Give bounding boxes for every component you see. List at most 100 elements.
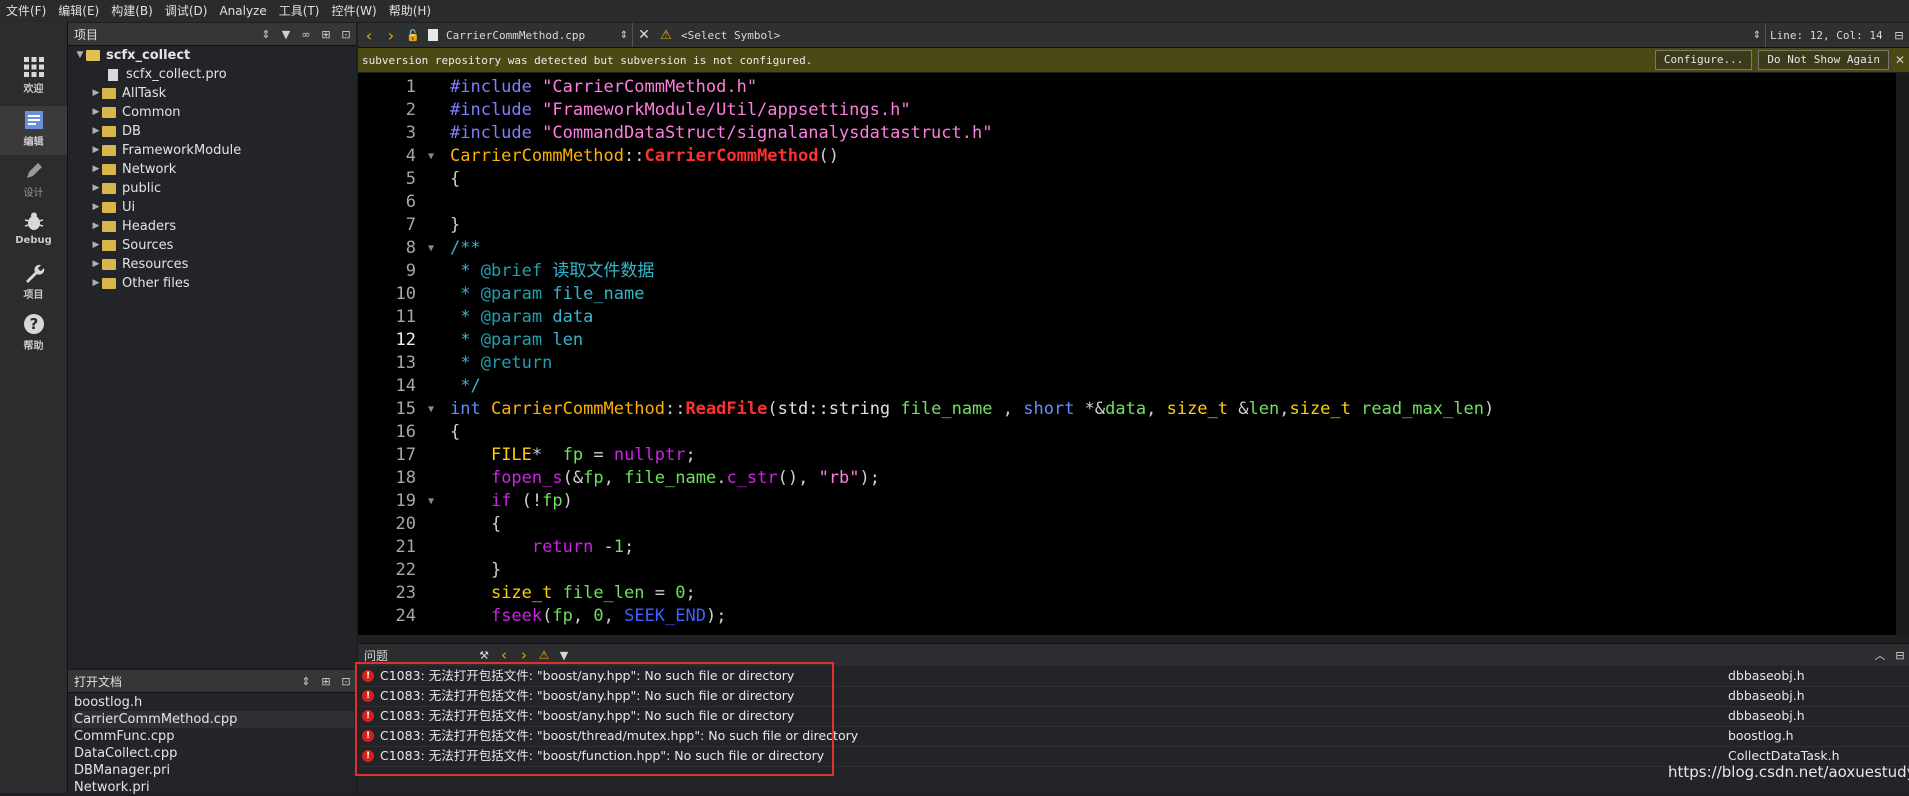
code-line[interactable]: size_t file_len = 0; (450, 582, 696, 605)
code-line[interactable]: * @param data (450, 306, 593, 329)
split-icon[interactable]: ⊞ (318, 673, 334, 689)
chevron-down-icon[interactable]: ▼ (74, 46, 86, 65)
split-icon[interactable]: ⊟ (1890, 23, 1908, 47)
tree-item[interactable]: ▶ public (90, 179, 162, 198)
chevron-right-icon[interactable]: ▶ (90, 122, 102, 141)
mode-edit[interactable]: 编辑 (0, 106, 67, 155)
symbol-selector[interactable]: <Select Symbol> (677, 23, 1749, 47)
menu-item[interactable]: 文件(F) (0, 0, 52, 22)
updown-icon[interactable]: ⇕ (1749, 23, 1765, 47)
menu-item[interactable]: 帮助(H) (383, 0, 437, 22)
editor-scrollbar[interactable] (1896, 73, 1909, 635)
code-line[interactable]: int CarrierCommMethod::ReadFile(std::str… (450, 398, 1494, 421)
configure-button[interactable]: Configure... (1654, 50, 1753, 70)
chevron-right-icon[interactable]: ▶ (90, 141, 102, 160)
fold-marker-icon[interactable]: ▼ (428, 237, 434, 260)
open-document-item[interactable]: CarrierCommMethod.cpp (72, 711, 354, 728)
code-line[interactable]: if (!fp) (450, 490, 573, 513)
code-line[interactable]: * @return (450, 352, 552, 375)
code-line[interactable]: return -1; (450, 536, 634, 559)
tree-item[interactable]: ▶ Resources (90, 255, 189, 274)
menu-item[interactable]: 工具(T) (273, 0, 326, 22)
open-document-item[interactable]: Network.pri (72, 779, 354, 796)
open-document-item[interactable]: DBManager.pri (72, 762, 354, 779)
chevron-right-icon[interactable]: ▶ (90, 179, 102, 198)
code-line[interactable]: #include "FrameworkModule/Util/appsettin… (450, 99, 911, 122)
tree-item[interactable]: ▶ Sources (90, 236, 174, 255)
menu-item[interactable]: Analyze (213, 0, 272, 22)
close-icon[interactable]: ✕ (1895, 53, 1909, 67)
menu-item[interactable]: 调试(D) (159, 0, 214, 22)
menu-item[interactable]: 构建(B) (105, 0, 159, 22)
open-document-item[interactable]: DataCollect.cpp (72, 745, 354, 762)
code-editor[interactable]: 1 2 3 4 ▼ 5 6 7 8 ▼ 9 10 11 12 13 14 15 ▼ 16 17 18 19 ▼ 20 21 22 2… (358, 73, 1909, 635)
open-document-item[interactable]: CommFunc.cpp (72, 728, 354, 745)
fold-marker-icon[interactable]: ▼ (428, 398, 434, 421)
chevron-right-icon[interactable]: ▶ (90, 84, 102, 103)
tree-item[interactable]: ▶ AllTask (90, 84, 167, 103)
tree-item[interactable]: ▶ Headers (90, 217, 177, 236)
tree-item-label: Network (122, 162, 177, 177)
code-line[interactable]: fseek(fp, 0, SEEK_END); (450, 605, 727, 628)
code-line[interactable]: * @param file_name (450, 283, 644, 306)
close-icon[interactable]: ⊡ (338, 673, 354, 689)
mode-projects[interactable]: 项目 (0, 259, 67, 308)
code-token: #include (450, 100, 543, 120)
lock-icon[interactable]: 🔓 (402, 23, 424, 47)
code-line[interactable]: /** (450, 237, 481, 260)
code-line[interactable]: #include "CarrierCommMethod.h" (450, 76, 757, 99)
do-not-show-again-button[interactable]: Do Not Show Again (1758, 50, 1889, 70)
tree-item[interactable]: ▶ DB (90, 122, 141, 141)
menu-item[interactable]: 控件(W) (325, 0, 382, 22)
code-line[interactable]: { (450, 168, 460, 191)
code-line[interactable]: } (450, 214, 460, 237)
split-icon[interactable]: ⊟ (1891, 643, 1909, 667)
tree-root[interactable]: ▼ scfx_collect (74, 46, 191, 65)
tree-item[interactable]: ▶ Network (90, 160, 177, 179)
updown-icon[interactable]: ⇕ (258, 26, 274, 42)
fold-marker-icon[interactable]: ▼ (428, 490, 434, 513)
code-line[interactable]: FILE* fp = nullptr; (450, 444, 696, 467)
code-line[interactable]: CarrierCommMethod::CarrierCommMethod() (450, 145, 839, 168)
chevron-right-icon[interactable]: ▶ (90, 255, 102, 274)
mode-debug[interactable]: Debug (0, 208, 67, 257)
line-number: 16 (395, 422, 416, 442)
tree-item[interactable]: ▶ Common (90, 103, 181, 122)
chevron-right-icon[interactable]: ▶ (90, 198, 102, 217)
code-line[interactable]: * @brief 读取文件数据 (450, 260, 654, 283)
menu-item[interactable]: 编辑(E) (52, 0, 105, 22)
updown-icon[interactable]: ⇕ (616, 23, 632, 47)
tree-item[interactable]: scfx_collect.pro (106, 65, 227, 84)
mode-welcome[interactable]: 欢迎 (0, 56, 67, 102)
code-line[interactable]: } (450, 559, 501, 582)
mode-design[interactable]: 设计 (0, 157, 67, 206)
link-icon[interactable]: ∞ (298, 26, 314, 42)
tree-item[interactable]: ▶ FrameworkModule (90, 141, 242, 160)
split-icon[interactable]: ⊞ (318, 26, 334, 42)
line-number: 11 (395, 307, 416, 327)
chevron-right-icon[interactable]: ▶ (90, 274, 102, 293)
close-icon[interactable]: ✕ (632, 23, 655, 47)
open-document-item[interactable]: boostlog.h (72, 694, 354, 711)
file-selector[interactable]: CarrierCommMethod.cpp (442, 23, 616, 47)
chevron-right-icon[interactable]: ▶ (90, 236, 102, 255)
mode-help[interactable]: ? 帮助 (0, 310, 67, 359)
code-line[interactable]: #include "CommandDataStruct/signalanalys… (450, 122, 992, 145)
fold-marker-icon[interactable]: ▼ (428, 145, 434, 168)
back-arrow-icon[interactable]: ‹ (358, 23, 380, 47)
tree-item[interactable]: ▶ Other files (90, 274, 190, 293)
close-icon[interactable]: ⊡ (338, 26, 354, 42)
chevron-right-icon[interactable]: ▶ (90, 103, 102, 122)
chevron-right-icon[interactable]: ▶ (90, 217, 102, 236)
updown-icon[interactable]: ⇕ (298, 673, 314, 689)
code-line[interactable]: fopen_s(&fp, file_name.c_str(), "rb"); (450, 467, 880, 490)
forward-arrow-icon[interactable]: › (380, 23, 402, 47)
chevron-right-icon[interactable]: ▶ (90, 160, 102, 179)
code-line[interactable]: { (450, 421, 460, 444)
code-line[interactable]: * @param len (450, 329, 583, 352)
code-line[interactable]: { (450, 513, 501, 536)
chevron-up-icon[interactable]: ︿ (1869, 643, 1891, 667)
tree-item[interactable]: ▶ Ui (90, 198, 136, 217)
filter-icon[interactable]: ▼ (278, 26, 294, 42)
code-line[interactable]: */ (450, 375, 480, 398)
